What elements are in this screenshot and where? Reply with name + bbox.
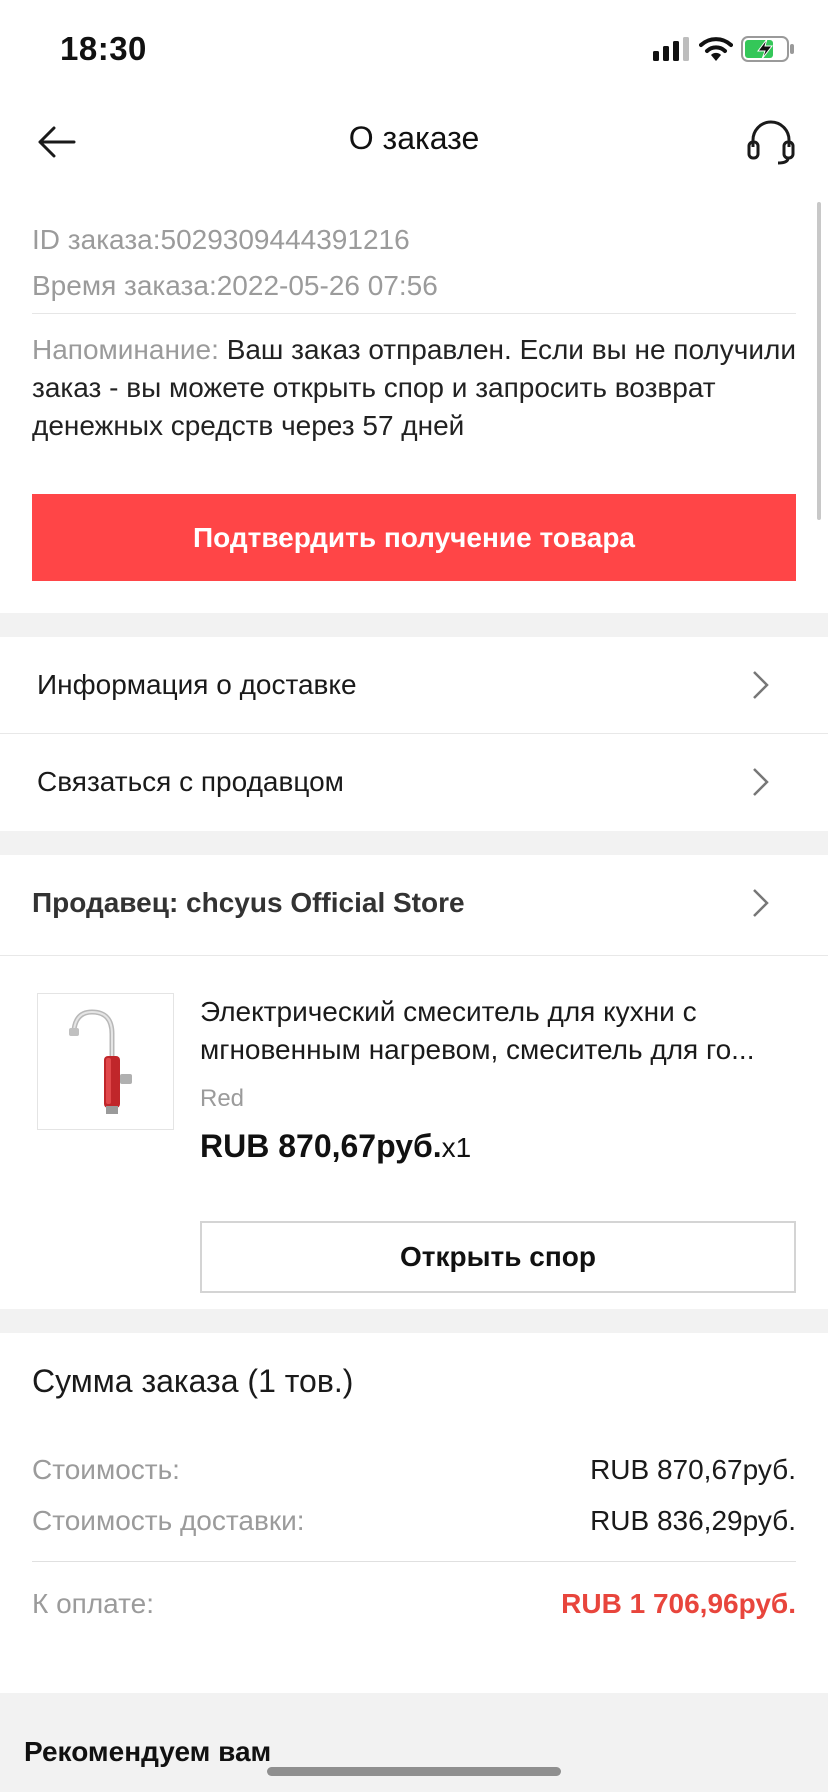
scrollbar[interactable] [817, 202, 821, 520]
product-image[interactable] [37, 993, 174, 1130]
seller-label: Продавец: chcyus Official Store [32, 887, 465, 918]
order-reminder: Напоминание: Ваш заказ отправлен. Если в… [32, 331, 802, 445]
shipping-label: Стоимость доставки: [32, 1505, 305, 1536]
divider [0, 955, 828, 956]
divider [32, 313, 796, 314]
total-label: К оплате: [32, 1588, 154, 1619]
product-variant: Red [200, 1085, 245, 1112]
order-time: Время заказа:2022-05-26 07:56 [32, 270, 438, 301]
battery-charging-icon [741, 36, 794, 62]
cost-value: RUB 870,67руб. [590, 1454, 796, 1485]
page-title: О заказе [348, 120, 480, 156]
product-name[interactable]: Электрический смеситель для кухни с мгно… [200, 993, 800, 1069]
status-time: 18:30 [60, 30, 147, 67]
reminder-label: Напоминание: [32, 334, 227, 365]
contact-seller-row[interactable]: Связаться с продавцом [0, 734, 828, 830]
chevron-right-icon [753, 768, 769, 796]
product-quantity: x1 [441, 1132, 472, 1163]
contact-seller-label: Связаться с продавцом [37, 766, 344, 797]
chevron-right-icon [753, 671, 769, 699]
open-dispute-button[interactable]: Открыть спор [200, 1221, 796, 1293]
divider [32, 1561, 796, 1562]
home-indicator[interactable] [267, 1767, 561, 1776]
faucet-image [69, 1009, 132, 1114]
section-gap [0, 1309, 828, 1333]
product-price: RUB 870,67руб.x1 [200, 1128, 471, 1165]
section-gap [0, 613, 828, 637]
confirm-receipt-button[interactable]: Подтвердить получение товара [32, 494, 796, 581]
order-summary-title: Сумма заказа (1 тов.) [32, 1363, 354, 1399]
delivery-info-row[interactable]: Информация о доставке [0, 637, 828, 733]
cost-label: Стоимость: [32, 1454, 180, 1485]
seller-row[interactable]: Продавец: chcyus Official Store [0, 855, 828, 951]
recommend-title: Рекомендуем вам [24, 1736, 272, 1767]
order-id: ID заказа:5029309444391216 [32, 224, 410, 255]
total-value: RUB 1 706,96руб. [561, 1588, 796, 1619]
delivery-info-label: Информация о доставке [37, 669, 357, 700]
headset-icon[interactable] [746, 116, 796, 166]
chevron-right-icon [753, 889, 769, 917]
shipping-value: RUB 836,29руб. [590, 1505, 796, 1536]
signal-icon [653, 37, 689, 61]
price-value: RUB 870,67руб. [200, 1128, 442, 1164]
wifi-icon [699, 37, 733, 61]
section-gap [0, 831, 828, 855]
